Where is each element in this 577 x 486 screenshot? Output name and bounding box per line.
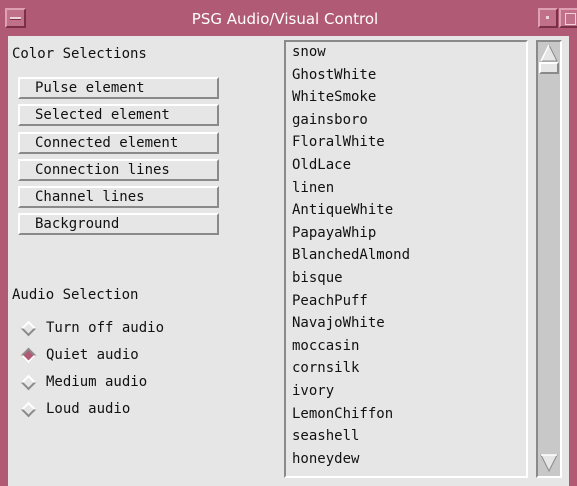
audio-selection-heading: Audio Selection — [12, 287, 139, 303]
window-menu-button[interactable] — [5, 8, 26, 28]
radio-label: Turn off audio — [46, 320, 165, 336]
color-list-item[interactable]: BlanchedAlmond — [292, 247, 410, 270]
radio-indicator-icon[interactable] — [20, 401, 37, 418]
list-scrollbar[interactable] — [536, 40, 562, 478]
color-selections-heading: Color Selections — [12, 46, 147, 62]
color-list-item[interactable]: PapayaWhip — [292, 225, 376, 248]
color-list-item[interactable]: gainsboro — [292, 112, 368, 135]
connected-element-button[interactable]: Connected element — [18, 132, 219, 154]
color-list-item[interactable]: LemonChiffon — [292, 406, 393, 429]
color-list-item[interactable]: NavajoWhite — [292, 315, 385, 338]
color-list-item[interactable]: GhostWhite — [292, 67, 376, 90]
channel-lines-button[interactable]: Channel lines — [18, 186, 219, 208]
minimize-icon — [546, 16, 549, 19]
color-list-item[interactable]: snow — [292, 44, 326, 67]
window-frame-right[interactable] — [569, 36, 577, 486]
title-bar[interactable]: PSG Audio/Visual Control — [0, 0, 577, 36]
radio-label: Quiet audio — [46, 347, 139, 363]
radio-indicator-checked-icon[interactable] — [20, 347, 37, 364]
maximize-icon — [565, 13, 576, 25]
window-frame-left[interactable] — [0, 36, 8, 486]
radio-label: Medium audio — [46, 374, 148, 390]
color-list-item[interactable]: cornsilk — [292, 360, 359, 383]
selected-element-button[interactable]: Selected element — [18, 104, 219, 126]
color-list-item[interactable]: WhiteSmoke — [292, 89, 376, 112]
app-window: PSG Audio/Visual Control Color Selection… — [0, 0, 577, 486]
scroll-thumb[interactable] — [539, 62, 559, 74]
connection-lines-button[interactable]: Connection lines — [18, 159, 219, 181]
color-list-item[interactable]: ivory — [292, 383, 334, 406]
radio-indicator-icon[interactable] — [20, 374, 37, 391]
color-list-item[interactable]: honeydew — [292, 451, 359, 474]
color-list-item[interactable]: seashell — [292, 428, 359, 451]
window-title: PSG Audio/Visual Control — [191, 10, 379, 28]
color-list-item[interactable]: bisque — [292, 270, 343, 293]
color-list-item[interactable]: OldLace — [292, 157, 351, 180]
menu-bar-icon — [10, 17, 21, 20]
background-button[interactable]: Background — [18, 213, 219, 235]
client-area: Color Selections Pulse element Selected … — [8, 36, 569, 486]
scroll-down-arrow-icon[interactable] — [540, 454, 558, 472]
pulse-element-button[interactable]: Pulse element — [18, 77, 219, 99]
color-list-item[interactable]: moccasin — [292, 338, 359, 361]
radio-label: Loud audio — [46, 401, 131, 417]
color-name-list[interactable]: snow GhostWhite WhiteSmoke gainsboro FloralW… — [284, 40, 528, 478]
color-list-item[interactable]: linen — [292, 180, 334, 203]
color-list-item[interactable]: FloralWhite — [292, 134, 385, 157]
radio-indicator-icon[interactable] — [20, 320, 37, 337]
scroll-up-arrow-icon[interactable] — [540, 44, 558, 62]
minimize-button[interactable] — [538, 8, 558, 28]
color-list-item[interactable]: AntiqueWhite — [292, 202, 393, 225]
color-list-item[interactable]: PeachPuff — [292, 293, 368, 316]
maximize-button[interactable] — [559, 8, 577, 28]
